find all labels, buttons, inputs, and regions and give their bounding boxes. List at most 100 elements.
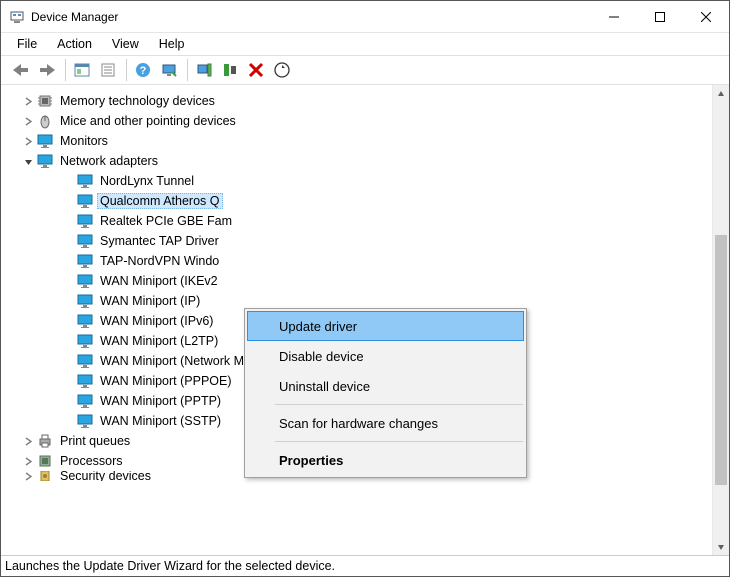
window-title: Device Manager bbox=[31, 10, 118, 24]
tree-category-label: Memory technology devices bbox=[57, 93, 218, 109]
context-menu: Update driverDisable deviceUninstall dev… bbox=[244, 308, 527, 478]
chevron-right-icon[interactable] bbox=[21, 134, 35, 148]
tree-device-label: Realtek PCIe GBE Fam bbox=[97, 213, 235, 229]
uninstall-device-button[interactable] bbox=[244, 58, 268, 82]
chevron-right-icon[interactable] bbox=[21, 434, 35, 448]
spacer-icon bbox=[61, 294, 75, 308]
tree-device-label: Qualcomm Atheros Q bbox=[97, 193, 223, 209]
network-adapter-icon bbox=[77, 253, 93, 269]
network-adapter-icon bbox=[77, 293, 93, 309]
chevron-right-icon[interactable] bbox=[21, 114, 35, 128]
cpu-icon bbox=[37, 453, 53, 469]
spacer-icon bbox=[61, 354, 75, 368]
update-driver-button[interactable] bbox=[192, 58, 216, 82]
statusbar: Launches the Update Driver Wizard for th… bbox=[1, 556, 729, 576]
tree-device[interactable]: NordLynx Tunnel bbox=[1, 171, 712, 191]
scan-hardware-button[interactable] bbox=[270, 58, 294, 82]
context-menu-item[interactable]: Update driver bbox=[247, 311, 524, 341]
tree-device[interactable]: TAP-NordVPN Windo bbox=[1, 251, 712, 271]
menu-action[interactable]: Action bbox=[49, 35, 100, 53]
close-button[interactable] bbox=[683, 1, 729, 33]
back-button[interactable] bbox=[9, 58, 33, 82]
spacer-icon bbox=[61, 374, 75, 388]
menu-view[interactable]: View bbox=[104, 35, 147, 53]
context-menu-item[interactable]: Scan for hardware changes bbox=[247, 408, 524, 438]
tree-device[interactable]: Qualcomm Atheros Q bbox=[1, 191, 712, 211]
tree-category[interactable]: Mice and other pointing devices bbox=[1, 111, 712, 131]
context-menu-item[interactable]: Uninstall device bbox=[247, 371, 524, 401]
help-button[interactable]: ? bbox=[131, 58, 155, 82]
tree-device-label: WAN Miniport (SSTP) bbox=[97, 413, 224, 429]
tree-category[interactable]: Network adapters bbox=[1, 151, 712, 171]
vertical-scrollbar[interactable] bbox=[712, 85, 729, 555]
properties-button[interactable] bbox=[96, 58, 120, 82]
chevron-right-icon[interactable] bbox=[21, 454, 35, 468]
tree-device[interactable]: WAN Miniport (IKEv2 bbox=[1, 271, 712, 291]
show-hide-console-tree-button[interactable] bbox=[70, 58, 94, 82]
maximize-button[interactable] bbox=[637, 1, 683, 33]
context-menu-item[interactable]: Disable device bbox=[247, 341, 524, 371]
toolbar: ? bbox=[1, 55, 729, 85]
spacer-icon bbox=[61, 214, 75, 228]
scroll-up-button[interactable] bbox=[713, 85, 729, 102]
forward-button[interactable] bbox=[35, 58, 59, 82]
menubar: File Action View Help bbox=[1, 33, 729, 55]
minimize-button[interactable] bbox=[591, 1, 637, 33]
tree-device-label: WAN Miniport (L2TP) bbox=[97, 333, 221, 349]
network-icon bbox=[37, 153, 53, 169]
network-adapter-icon bbox=[77, 213, 93, 229]
tree-device-label: Symantec TAP Driver bbox=[97, 233, 222, 249]
mouse-icon bbox=[37, 113, 53, 129]
scroll-down-button[interactable] bbox=[713, 538, 729, 555]
tree-category[interactable]: Monitors bbox=[1, 131, 712, 151]
spacer-icon bbox=[61, 394, 75, 408]
network-adapter-icon bbox=[77, 373, 93, 389]
network-adapter-icon bbox=[77, 173, 93, 189]
tree-category-label: Print queues bbox=[57, 433, 133, 449]
disable-device-button[interactable] bbox=[218, 58, 242, 82]
menu-help[interactable]: Help bbox=[151, 35, 193, 53]
security-icon bbox=[37, 471, 53, 481]
network-adapter-icon bbox=[77, 333, 93, 349]
tree-device-label: WAN Miniport (IKEv2 bbox=[97, 273, 221, 289]
tree-device-label: NordLynx Tunnel bbox=[97, 173, 197, 189]
spacer-icon bbox=[61, 414, 75, 428]
tree-device-label: WAN Miniport (IPv6) bbox=[97, 313, 216, 329]
titlebar: Device Manager bbox=[1, 1, 729, 33]
tree-device[interactable]: Realtek PCIe GBE Fam bbox=[1, 211, 712, 231]
network-adapter-icon bbox=[77, 273, 93, 289]
tree-device-label: TAP-NordVPN Windo bbox=[97, 253, 222, 269]
app-icon bbox=[9, 9, 25, 25]
chevron-right-icon[interactable] bbox=[21, 94, 35, 108]
chip-icon bbox=[37, 93, 53, 109]
tree-category-label: Monitors bbox=[57, 133, 111, 149]
device-manager-window: Device Manager File Action View Help ? M… bbox=[0, 0, 730, 577]
tree-category-label: Mice and other pointing devices bbox=[57, 113, 239, 129]
printer-icon bbox=[37, 433, 53, 449]
tree-device-label: WAN Miniport (IP) bbox=[97, 293, 203, 309]
network-adapter-icon bbox=[77, 413, 93, 429]
network-adapter-icon bbox=[77, 353, 93, 369]
context-menu-separator bbox=[275, 404, 523, 405]
tree-pane: Memory technology devices Mice and other … bbox=[1, 85, 729, 556]
scan-hardware-button-alt[interactable] bbox=[157, 58, 181, 82]
statusbar-text: Launches the Update Driver Wizard for th… bbox=[5, 559, 335, 573]
tree-category-label: Network adapters bbox=[57, 153, 161, 169]
scroll-thumb[interactable] bbox=[715, 235, 727, 485]
menu-file[interactable]: File bbox=[9, 35, 45, 53]
toolbar-sep bbox=[187, 59, 188, 81]
chevron-right-icon[interactable] bbox=[21, 471, 35, 481]
toolbar-sep bbox=[65, 59, 66, 81]
monitor-icon bbox=[37, 133, 53, 149]
chevron-down-icon[interactable] bbox=[21, 154, 35, 168]
spacer-icon bbox=[61, 254, 75, 268]
tree-category-label: Processors bbox=[57, 453, 126, 469]
tree-device-label: WAN Miniport (PPTP) bbox=[97, 393, 224, 409]
context-menu-item[interactable]: Properties bbox=[247, 445, 524, 475]
tree-device-label: WAN Miniport (PPPOE) bbox=[97, 373, 235, 389]
tree-device[interactable]: Symantec TAP Driver bbox=[1, 231, 712, 251]
toolbar-sep bbox=[126, 59, 127, 81]
tree-category[interactable]: Memory technology devices bbox=[1, 91, 712, 111]
spacer-icon bbox=[61, 234, 75, 248]
network-adapter-icon bbox=[77, 233, 93, 249]
